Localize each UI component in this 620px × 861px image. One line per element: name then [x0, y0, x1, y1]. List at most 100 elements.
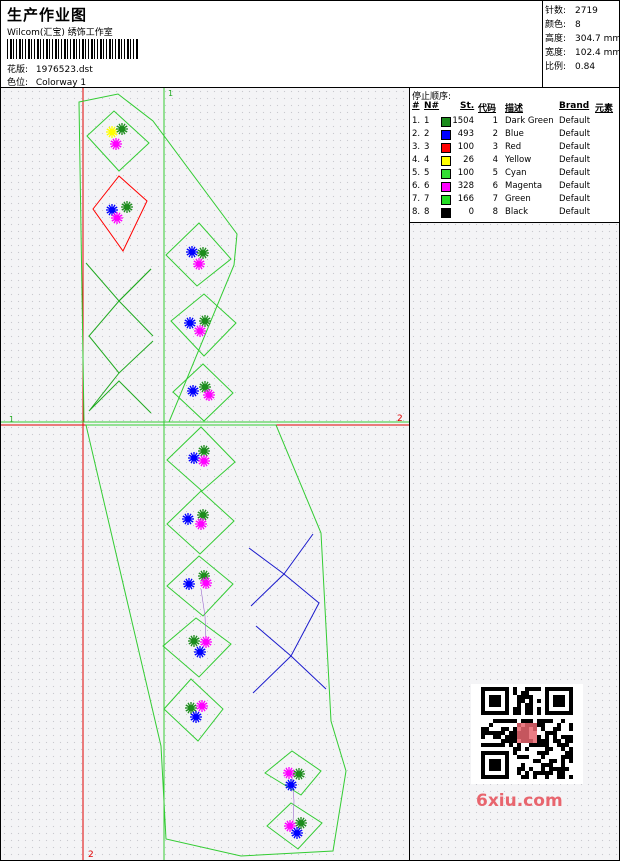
design-drawing: 1 1 2 2 — [1, 88, 409, 860]
row-stitches: 493 — [457, 129, 474, 139]
row-code: 6 — [492, 181, 498, 191]
stitch-clusters — [106, 123, 307, 839]
col-st: St. — [460, 101, 475, 111]
stat-height: 高度: 304.7 mm — [545, 34, 620, 44]
row-stitches: 100 — [457, 168, 474, 178]
row-index: 1. — [412, 116, 421, 126]
row-stitches: 0 — [468, 207, 474, 217]
row-brand: Default — [559, 142, 591, 152]
stop-row: 5. 5 100 5 Cyan Default — [410, 167, 619, 180]
row-index: 6. — [412, 181, 421, 191]
row-needle: 4 — [424, 155, 430, 165]
stitch-burst — [116, 123, 128, 135]
color-swatch — [441, 156, 451, 166]
row-needle: 2 — [424, 129, 430, 139]
stitch-burst — [106, 126, 118, 138]
row-stitches: 328 — [457, 181, 474, 191]
stitch-burst — [183, 578, 195, 590]
color-swatch — [441, 130, 451, 140]
left-hatch-lines — [85, 262, 154, 414]
axis-marker-bottom: 2 — [88, 850, 94, 860]
stitch-burst — [190, 711, 202, 723]
stitch-burst — [284, 820, 296, 832]
row-description: Blue — [505, 129, 524, 139]
stop-row: 7. 7 166 7 Green Default — [410, 193, 619, 206]
diamond-2 — [165, 222, 232, 287]
row-needle: 1 — [424, 116, 430, 126]
stitch-burst — [106, 204, 118, 216]
pattern-line: 花版: 1976523.dst — [7, 62, 93, 75]
pattern-value: 1976523.dst — [35, 65, 93, 75]
stitch-burst — [184, 317, 196, 329]
col-desc: 描述 — [505, 104, 524, 114]
row-stitches: 26 — [463, 155, 474, 165]
company-name: Wilcom(汇宝) 绣饰工作室 — [7, 28, 113, 38]
row-code: 8 — [492, 207, 498, 217]
qr-code — [471, 684, 583, 784]
stop-row: 3. 3 100 3 Red Default — [410, 141, 619, 154]
stitch-burst — [283, 767, 295, 779]
col-code: 代码 — [478, 104, 497, 114]
row-needle: 6 — [424, 181, 430, 191]
col-hash: # — [412, 101, 420, 111]
row-index: 2. — [412, 129, 421, 139]
diamond-3 — [170, 293, 237, 357]
stitch-burst — [188, 635, 200, 647]
barcode — [7, 39, 139, 59]
stitch-burst — [194, 646, 206, 658]
stat-colors: 颜色: 8 — [545, 20, 581, 30]
stitch-burst — [293, 768, 305, 780]
color-swatch — [441, 143, 451, 153]
row-index: 7. — [412, 194, 421, 204]
stitch-burst — [198, 455, 210, 467]
row-index: 8. — [412, 207, 421, 217]
row-needle: 8 — [424, 207, 430, 217]
row-description: Black — [505, 207, 528, 217]
pattern-label: 花版: — [7, 65, 29, 75]
color-swatch — [441, 169, 451, 179]
stop-row: 8. 8 0 8 Black Default — [410, 206, 619, 219]
stop-row: 2. 2 493 2 Blue Default — [410, 128, 619, 141]
row-needle: 7 — [424, 194, 430, 204]
row-brand: Default — [559, 168, 591, 178]
stitch-burst — [121, 201, 133, 213]
embroidery-design-canvas[interactable]: 1 1 2 2 — [1, 88, 409, 860]
guide-marker-1: 1 — [168, 89, 173, 98]
page-title: 生产作业图 — [7, 6, 88, 24]
blue-hatch-lines — [248, 533, 327, 694]
row-description: Dark Green — [505, 116, 554, 126]
stop-row: 4. 4 26 4 Yellow Default — [410, 154, 619, 167]
row-stitches: 1504 — [452, 116, 474, 126]
row-description: Yellow — [505, 155, 532, 165]
diamond-4 — [172, 363, 234, 422]
stat-stitches: 针数: 2719 — [545, 6, 598, 16]
row-needle: 5 — [424, 168, 430, 178]
stitch-burst — [197, 247, 209, 259]
row-stitches: 100 — [457, 142, 474, 152]
qr-code-graphic — [481, 687, 573, 779]
stitch-burst — [196, 700, 208, 712]
stitch-burst — [193, 258, 205, 270]
watermark-text: 6xiu.com — [476, 791, 563, 811]
row-brand: Default — [559, 129, 591, 139]
color-swatch — [441, 182, 451, 192]
stop-row: 6. 6 328 6 Magenta Default — [410, 180, 619, 193]
row-code: 4 — [492, 155, 498, 165]
row-index: 4. — [412, 155, 421, 165]
diamond-7 — [166, 555, 234, 617]
row-description: Magenta — [505, 181, 543, 191]
stitch-burst — [111, 212, 123, 224]
stats-panel: 针数: 2719 颜色: 8 高度: 304.7 mm 宽度: 102.4 mm 比例:… — [542, 1, 620, 87]
stitch-burst — [285, 779, 297, 791]
row-stitches: 166 — [457, 194, 474, 204]
row-brand: Default — [559, 181, 591, 191]
stitch-burst — [200, 636, 212, 648]
stitch-burst — [187, 385, 199, 397]
col-no: N# — [424, 101, 440, 111]
color-swatch — [441, 208, 451, 218]
row-code: 7 — [492, 194, 498, 204]
stat-width: 宽度: 102.4 mm — [545, 48, 620, 58]
stitch-burst — [110, 138, 122, 150]
row-description: Red — [505, 142, 522, 152]
axis-marker-right: 2 — [397, 414, 403, 424]
